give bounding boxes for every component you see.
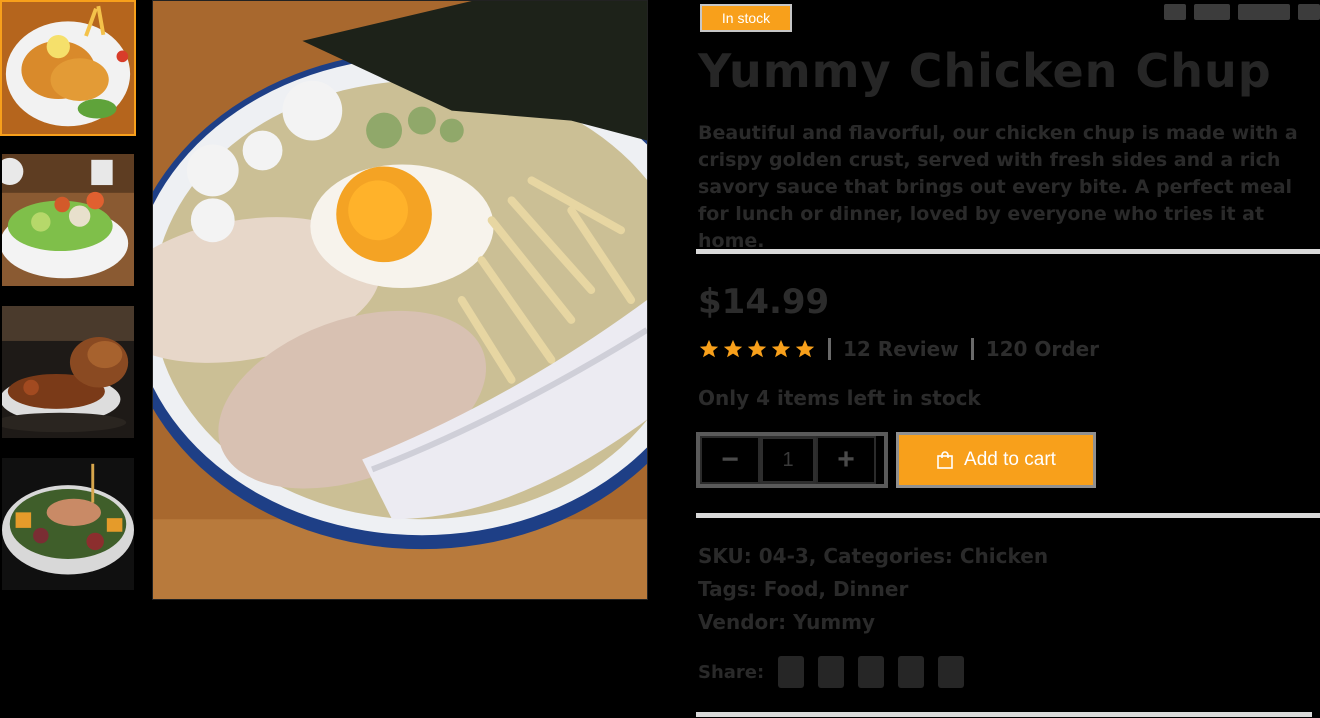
main-product-image[interactable]: [152, 0, 648, 600]
thumbnail-fried-chicken[interactable]: [0, 0, 136, 136]
product-title: Yummy Chicken Chup: [698, 44, 1272, 98]
share-nav-icon[interactable]: [1298, 4, 1320, 20]
linkedin-icon[interactable]: [938, 656, 965, 688]
star-icon: [795, 339, 815, 358]
share-label: Share:: [698, 661, 765, 683]
product-price: $14.99: [698, 282, 830, 322]
divider: [696, 712, 1312, 717]
facebook-icon[interactable]: [778, 656, 805, 688]
vendor-line: Vendor: Yummy: [698, 610, 876, 634]
separator: [828, 338, 831, 360]
prev-icon[interactable]: [1164, 4, 1186, 20]
star-icon: [699, 339, 719, 358]
salad-image: [2, 154, 134, 286]
ramen-bowl-image: [153, 1, 647, 599]
star-icon: [747, 339, 767, 358]
pinterest-icon[interactable]: [898, 656, 925, 688]
review-count[interactable]: 12 Review: [843, 337, 959, 361]
divider: [696, 249, 1320, 254]
twitter-icon[interactable]: [818, 656, 845, 688]
instagram-icon[interactable]: [858, 656, 885, 688]
shopping-bag-icon: [937, 451, 953, 469]
quantity-input[interactable]: 1: [760, 436, 816, 484]
thumbnail-salad[interactable]: [0, 152, 136, 288]
meat-salad-image: [2, 458, 134, 590]
add-to-cart-label: Add to cart: [964, 449, 1056, 470]
stock-badge: In stock: [700, 4, 792, 32]
add-to-cart-button[interactable]: Add to cart: [896, 432, 1096, 488]
roast-chicken-image: [2, 306, 134, 438]
thumbnail-roast-chicken[interactable]: [0, 304, 136, 440]
product-details: In stock Yummy Chicken Chup Beautiful an…: [696, 0, 1320, 718]
rating-row: 12 Review 120 Order: [698, 336, 1099, 362]
fried-chicken-image: [2, 2, 134, 134]
share-row: Share:: [698, 656, 965, 688]
navigation-controls: [1164, 4, 1320, 20]
sku-category-line: SKU: 04-3, Categories: Chicken: [698, 544, 1049, 568]
decrease-quantity-button[interactable]: −: [700, 436, 760, 484]
tags-line: Tags: Food, Dinner: [698, 577, 909, 601]
star-icon: [771, 339, 791, 358]
increase-quantity-button[interactable]: +: [816, 436, 876, 484]
star-icon: [723, 339, 743, 358]
divider: [696, 513, 1320, 518]
product-description: Beautiful and flavorful, our chicken chu…: [698, 122, 1298, 252]
nav-label: [1194, 4, 1230, 20]
order-count: 120 Order: [985, 337, 1100, 361]
thumbnail-meat-salad[interactable]: [0, 456, 136, 592]
separator: [970, 338, 974, 360]
quantity-stepper: − 1 +: [696, 432, 888, 488]
availability-text: Only 4 items left in stock: [698, 386, 981, 410]
star-rating: [698, 338, 816, 360]
next-icon[interactable]: [1238, 4, 1290, 20]
